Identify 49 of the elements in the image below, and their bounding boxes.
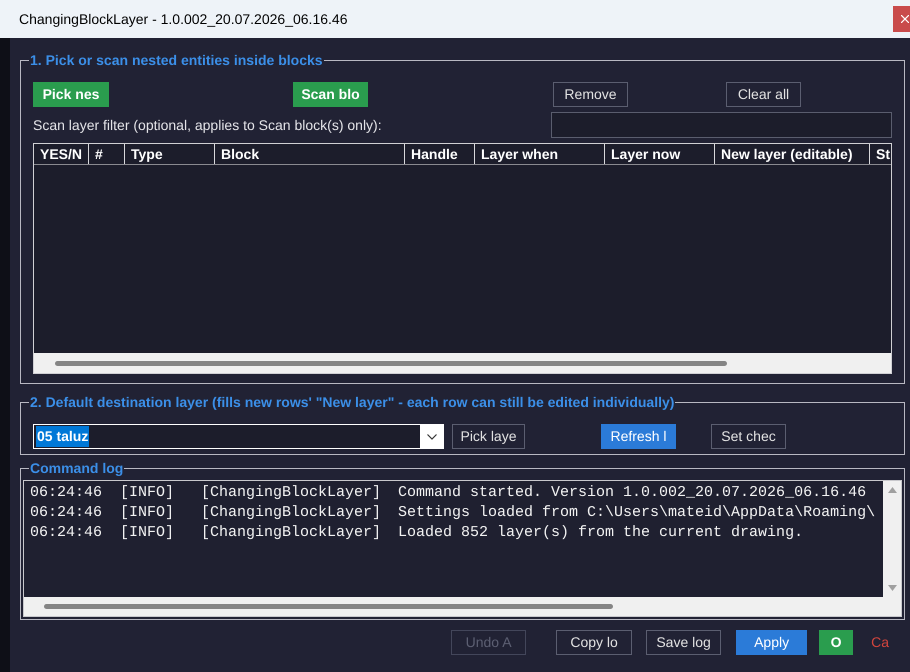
horizontal-scrollbar[interactable]: [34, 353, 891, 373]
section-legend: 1. Pick or scan nested entities inside blocks: [29, 51, 324, 69]
set-check-button[interactable]: Set chec: [711, 424, 786, 449]
log-level: [INFO]: [120, 483, 176, 503]
horizontal-scrollbar[interactable]: [24, 597, 901, 616]
scrollbar-thumb[interactable]: [44, 604, 613, 609]
scroll-down-arrow-icon[interactable]: [888, 585, 896, 591]
column-header[interactable]: St: [870, 144, 891, 164]
log-text-area[interactable]: [24, 481, 883, 597]
section-legend: 2. Default destination layer (fills new rows' "New layer" - each row can still be edited individually): [29, 393, 676, 411]
chevron-down-icon: [426, 434, 436, 440]
combo-value: 05 taluz: [36, 426, 90, 447]
log-level: [INFO]: [120, 503, 176, 523]
filter-label: Scan layer filter (optional, applies to Scan block(s) only):: [33, 116, 382, 135]
column-header[interactable]: New layer (editable): [715, 144, 870, 164]
log-message: Command started. Version 1.0.002_20.07.2026_06.16.46: [398, 483, 866, 503]
filter-input-field[interactable]: [551, 112, 892, 138]
log-time: 06:24:46: [30, 503, 104, 523]
log-source: [ChangingBlockLayer]: [201, 483, 382, 503]
apply-button[interactable]: Apply: [736, 630, 808, 655]
column-header[interactable]: Layer when: [475, 144, 605, 164]
log-message: Settings loaded from C:\Users\mateid\AppData\Roaming\: [398, 503, 876, 523]
scrollbar-thumb[interactable]: [55, 360, 727, 366]
window-title: ChangingBlockLayer - 1.0.002_20.07.2026_06.16.46: [19, 10, 348, 29]
log-time: 06:24:46: [30, 523, 104, 543]
column-header[interactable]: Type: [125, 144, 215, 164]
log-message: Loaded 852 layer(s) from the current drawing.: [398, 523, 804, 543]
column-header[interactable]: Layer now: [605, 144, 715, 164]
log-level: [INFO]: [120, 523, 176, 543]
log-time: 06:24:46: [30, 483, 104, 503]
scroll-up-arrow-icon[interactable]: [888, 487, 896, 493]
copy-log-button[interactable]: Copy lo: [556, 630, 632, 655]
save-log-button[interactable]: Save log: [646, 630, 722, 655]
dropdown-button[interactable]: [420, 425, 443, 448]
vertical-scrollbar[interactable]: [883, 481, 901, 597]
clear-all-button[interactable]: Clear all: [726, 82, 801, 107]
log-source: [ChangingBlockLayer]: [201, 523, 382, 543]
pick-layer-button[interactable]: Pick laye: [452, 424, 525, 449]
column-header[interactable]: Block: [215, 144, 405, 164]
close-icon: [901, 15, 909, 23]
column-header[interactable]: Handle: [405, 144, 475, 164]
log-source: [ChangingBlockLayer]: [201, 503, 382, 523]
column-header[interactable]: #: [89, 144, 125, 164]
section-legend: Command log: [29, 459, 124, 477]
layer-combo-box[interactable]: 05 taluz: [33, 424, 444, 449]
close-button[interactable]: [893, 6, 910, 32]
column-header[interactable]: YES/N: [34, 144, 89, 164]
refresh-button[interactable]: Refresh l: [601, 424, 676, 449]
remove-button[interactable]: Remove: [553, 82, 628, 107]
